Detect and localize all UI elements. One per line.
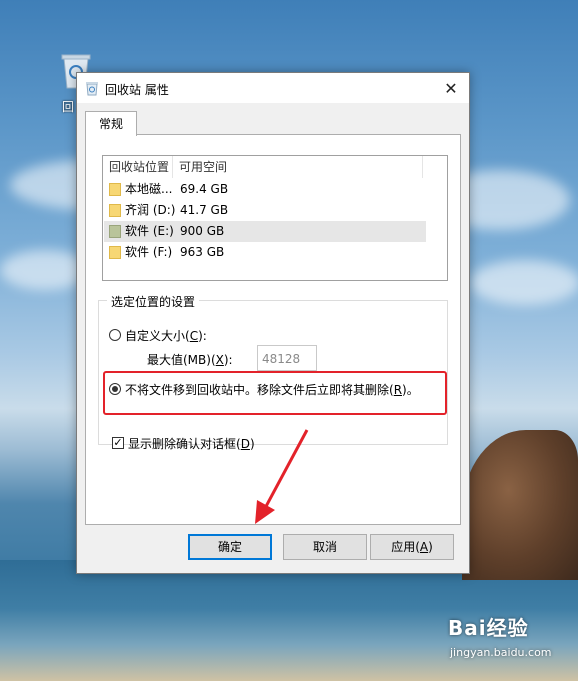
delete-immediately-radio[interactable] [109, 383, 121, 395]
list-item[interactable]: 软件 (F:) 963 GB [104, 242, 426, 263]
ok-button[interactable]: 确定 [188, 534, 272, 560]
location-name: 本地磁... [125, 182, 173, 196]
list-item[interactable]: 本地磁... 69.4 GB [104, 179, 426, 200]
cloud [470, 260, 578, 305]
list-item[interactable]: 软件 (E:) 900 GB [104, 221, 426, 242]
tab-general[interactable]: 常规 [85, 111, 137, 136]
list-item[interactable]: 齐润 (D:) 41.7 GB [104, 200, 426, 221]
confirm-delete-checkbox[interactable]: ✓ [112, 437, 124, 449]
location-name: 软件 (E:) [125, 224, 174, 238]
location-free-space: 900 GB [180, 224, 225, 238]
location-list[interactable]: 回收站位置 可用空间 本地磁... 69.4 GB 齐润 (D:) 41.7 G… [102, 155, 448, 281]
location-name: 齐润 (D:) [125, 203, 176, 217]
cancel-button[interactable]: 取消 [283, 534, 367, 560]
baidu-watermark: Bai经验 jingyan.baidu.com [448, 608, 568, 668]
recycle-bin-icon [86, 82, 98, 96]
close-icon: ✕ [444, 78, 458, 98]
column-header-location[interactable]: 回收站位置 [103, 156, 173, 178]
location-free-space: 41.7 GB [180, 203, 229, 217]
drive-folder-icon [109, 183, 121, 196]
custom-size-radio[interactable] [109, 329, 121, 341]
recycle-bin-desktop-label[interactable]: 回 [62, 98, 74, 115]
drive-folder-icon [109, 225, 121, 238]
max-size-label: 最大值(MB)(X): [147, 353, 233, 367]
delete-immediately-label[interactable]: 不将文件移到回收站中。移除文件后立即将其删除(R)。 [125, 381, 419, 398]
drive-folder-icon [109, 204, 121, 217]
drive-folder-icon [109, 246, 121, 259]
column-header-free-space[interactable]: 可用空间 [173, 156, 423, 178]
max-size-input[interactable]: 48128 [257, 345, 317, 371]
location-free-space: 963 GB [180, 245, 225, 259]
close-button[interactable]: ✕ [433, 73, 469, 103]
list-header: 回收站位置 可用空间 [103, 156, 447, 178]
watermark-brand: Bai经验 [448, 616, 529, 640]
red-arrow-annotation [255, 429, 309, 524]
settings-group-title: 选定位置的设置 [107, 293, 200, 310]
custom-size-label[interactable]: 自定义大小(C): [125, 327, 207, 344]
settings-group: 选定位置的设置 自定义大小(C): 最大值(MB)(X): 48128 不将文件… [98, 293, 448, 445]
cliff [462, 430, 578, 580]
watermark-url: jingyan.baidu.com [450, 646, 552, 659]
location-name: 软件 (F:) [125, 245, 173, 259]
location-free-space: 69.4 GB [180, 182, 229, 196]
dialog-title: 回收站 属性 [105, 83, 169, 97]
title-bar[interactable]: 回收站 属性 ✕ [77, 73, 469, 103]
confirm-delete-label[interactable]: 显示删除确认对话框(D) [128, 435, 255, 452]
apply-button[interactable]: 应用(A) [370, 534, 454, 560]
recycle-bin-properties-dialog: 回收站 属性 ✕ 常规 回收站位置 可用空间 本地磁... 69.4 GB 齐润… [76, 72, 470, 574]
